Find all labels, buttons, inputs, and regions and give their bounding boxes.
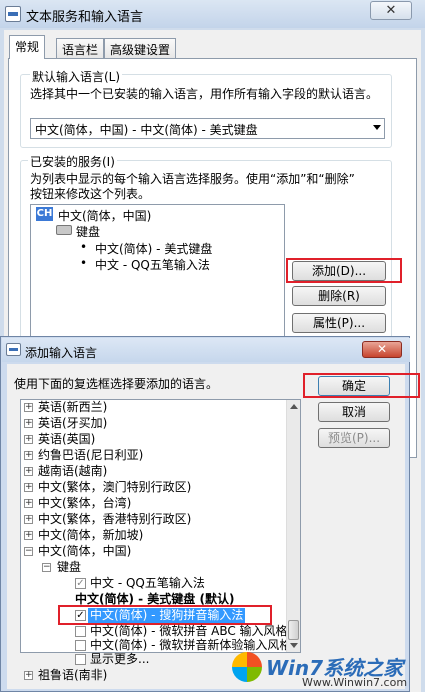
remove-button[interactable]: 删除(R) — [292, 286, 386, 306]
tab-advanced-key-settings[interactable]: 高级键设置 — [104, 38, 177, 58]
tree-lang-zh-hk[interactable]: 中文(繁体，香港特别行政区) — [38, 512, 191, 527]
language-badge-icon: CH — [36, 207, 53, 221]
installed-services-label: 已安装的服务(I) — [28, 153, 117, 170]
dialog-close-button[interactable]: ✕ — [362, 341, 402, 358]
expand-icon[interactable]: + — [24, 419, 33, 428]
tree-lang-zh-mo[interactable]: 中文(繁体，澳门特别行政区) — [38, 480, 191, 495]
expand-icon[interactable]: + — [24, 515, 33, 524]
scroll-up-icon[interactable] — [290, 404, 298, 409]
service-item-qq-wubi[interactable]: 中文 - QQ五笔输入法 — [95, 256, 210, 273]
tree-lang-zh-cn[interactable]: 中文(简体，中国) — [38, 544, 131, 559]
close-button[interactable]: ✕ — [370, 1, 412, 20]
highlight-box-add — [286, 258, 402, 283]
checkbox-ms-pinyin-abc[interactable] — [75, 626, 86, 637]
properties-button[interactable]: 属性(P)... — [292, 313, 386, 333]
services-group-keyboard: 键盘 — [76, 225, 101, 239]
main-window-titlebar: 文本服务和输入语言 ✕ — [0, 0, 425, 28]
keyboard-app-icon — [6, 343, 21, 356]
tree-item-show-more[interactable]: 显示更多... — [90, 652, 149, 667]
expand-icon[interactable]: + — [24, 483, 33, 492]
checkbox-show-more[interactable] — [75, 654, 86, 665]
services-language[interactable]: 中文(简体，中国) — [58, 207, 151, 224]
watermark: Win7系统之家 Www.Winwin7.com — [232, 650, 422, 690]
expand-icon[interactable]: + — [24, 499, 33, 508]
tree-lang-zh-tw[interactable]: 中文(繁体，台湾) — [38, 496, 131, 511]
tab-general[interactable]: 常规 — [9, 35, 46, 59]
default-language-description: 选择其中一个已安装的输入语言，用作所有输入字段的默认语言。 — [30, 87, 379, 101]
services-bullet: • — [80, 240, 88, 254]
cancel-button[interactable]: 取消 — [318, 402, 390, 422]
installed-services-description-2: 按钮来修改这个列表。 — [30, 187, 151, 201]
keyboard-app-icon — [5, 6, 21, 22]
dialog-titlebar: 添加输入语言 ✕ — [2, 338, 410, 362]
keyboard-icon — [56, 225, 72, 235]
scroll-down-icon[interactable] — [290, 643, 298, 648]
tab-language-bar[interactable]: 语言栏 — [56, 38, 105, 58]
scroll-thumb[interactable] — [288, 620, 299, 640]
expand-icon[interactable]: + — [24, 467, 33, 476]
default-language-dropdown[interactable]: 中文(简体，中国) - 中文(简体) - 美式键盘 — [30, 118, 385, 139]
services-bullet: • — [80, 256, 88, 270]
chevron-down-icon — [373, 125, 381, 130]
tree-lang-yo-ng[interactable]: 约鲁巴语(尼日利亚) — [38, 448, 143, 463]
tree-scrollbar[interactable] — [286, 400, 300, 652]
default-language-label: 默认输入语言(L) — [30, 68, 123, 85]
service-item-us-keyboard[interactable]: 中文(简体) - 美式键盘 — [95, 240, 212, 257]
expand-icon[interactable]: + — [24, 451, 33, 460]
tree-lang-zu-za[interactable]: 祖鲁语(南非) — [38, 668, 107, 683]
tree-item-ms-pinyin-abc[interactable]: 中文(简体) - 微软拼音 ABC 输入风格 — [90, 624, 288, 639]
expand-icon[interactable]: + — [24, 531, 33, 540]
collapse-icon[interactable]: − — [42, 563, 51, 572]
main-window-title: 文本服务和输入语言 — [26, 10, 144, 25]
preview-button[interactable]: 预览(P)... — [318, 428, 390, 448]
tree-item-qq-wubi[interactable]: 中文 - QQ五笔输入法 — [90, 576, 205, 591]
windows-logo-icon — [232, 652, 262, 682]
expand-icon[interactable]: + — [24, 403, 33, 412]
expand-icon[interactable]: + — [24, 671, 33, 680]
watermark-url: Www.Winwin7.com — [302, 676, 408, 689]
default-language-value: 中文(简体，中国) - 中文(简体) - 美式键盘 — [35, 123, 258, 137]
tree-lang-vi-vn[interactable]: 越南语(越南) — [38, 464, 107, 479]
tree-lang-en-nz[interactable]: 英语(新西兰) — [38, 400, 107, 415]
checkbox-qq-wubi[interactable]: ✓ — [75, 578, 86, 589]
tree-lang-en-gb[interactable]: 英语(英国) — [38, 432, 95, 447]
tree-lang-en-jm[interactable]: 英语(牙买加) — [38, 416, 107, 431]
dialog-title: 添加输入语言 — [25, 346, 98, 360]
highlight-box-ok — [303, 373, 420, 398]
tree-lang-zh-sg[interactable]: 中文(简体，新加坡) — [38, 528, 143, 543]
expand-icon[interactable]: + — [24, 435, 33, 444]
tree-group-keyboard[interactable]: 键盘 — [57, 560, 81, 575]
checkbox-ms-pinyin-new[interactable] — [75, 640, 86, 651]
dialog-instruction: 使用下面的复选框选择要添加的语言。 — [14, 377, 219, 391]
collapse-icon[interactable]: − — [24, 547, 33, 556]
highlight-box-sogou — [58, 605, 272, 625]
